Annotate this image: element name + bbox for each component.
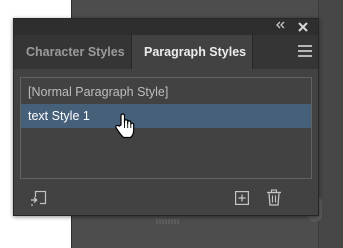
collapse-icon[interactable] [274, 20, 288, 34]
panel-tabbar: Character Styles Paragraph Styles [14, 35, 318, 69]
tab-paragraph-styles[interactable]: Paragraph Styles [131, 35, 253, 69]
paragraph-styles-panel: Character Styles Paragraph Styles [Norma… [13, 18, 319, 224]
trash-icon[interactable] [266, 189, 282, 206]
close-icon[interactable] [296, 19, 310, 35]
list-item-text-style-1[interactable]: text Style 1 [21, 104, 311, 128]
load-styles-icon[interactable] [30, 190, 48, 208]
styles-list: [Normal Paragraph Style] text Style 1 [20, 77, 312, 179]
new-style-icon[interactable] [235, 191, 250, 206]
panel-titlebar[interactable] [14, 19, 318, 35]
tab-character-styles[interactable]: Character Styles [14, 35, 131, 69]
resize-grip-icon[interactable] [155, 211, 181, 224]
list-item-normal-paragraph-style[interactable]: [Normal Paragraph Style] [21, 80, 311, 104]
panel-menu-icon[interactable] [298, 45, 312, 57]
